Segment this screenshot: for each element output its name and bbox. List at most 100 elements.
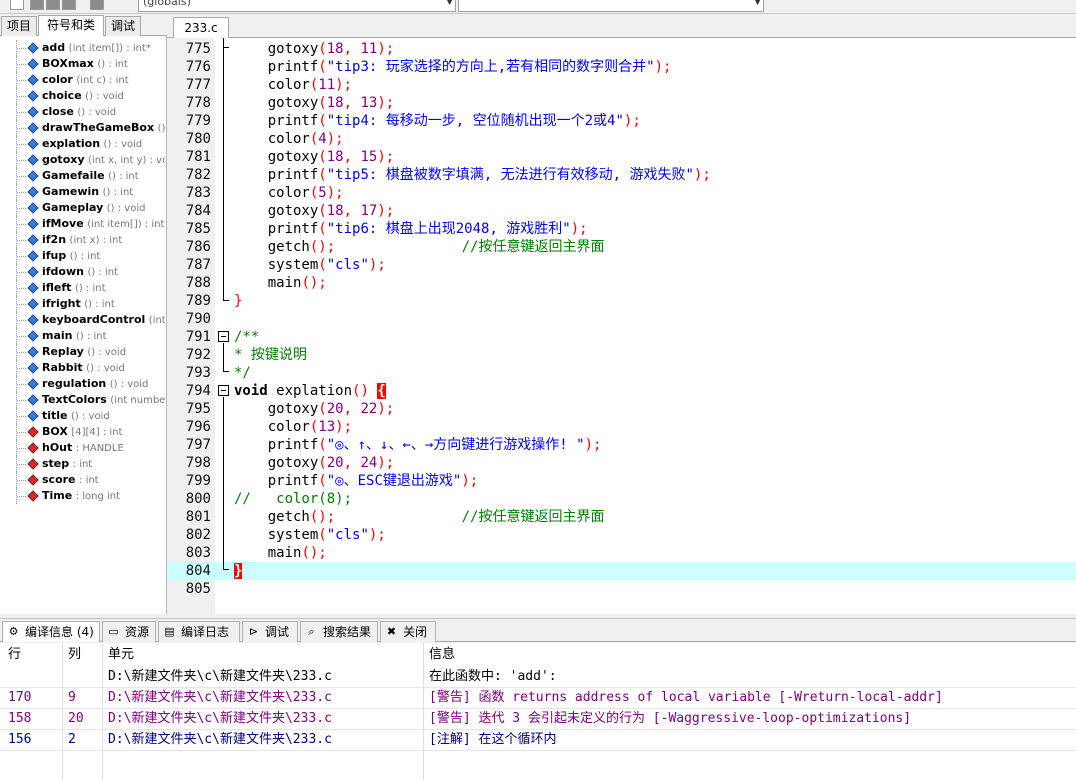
message-row[interactable]: D:\新建文件夹\c\新建文件夹\233.c 在此函数中: 'add':	[0, 667, 1076, 688]
line-number: 788	[185, 275, 211, 291]
output-tab[interactable]: ⚙ 编译信息 (4)	[2, 621, 100, 642]
output-tab[interactable]: ⌕ 搜索结果	[300, 621, 378, 642]
code-line[interactable]: 805	[167, 580, 1076, 598]
symbol-item[interactable]: TextColors (int number)	[0, 392, 165, 408]
code-line[interactable]: 799 printf("◎、ESC键退出游戏");	[167, 472, 1076, 490]
toolbar-button[interactable]	[46, 0, 60, 10]
symbol-item[interactable]: BOX [4][4] : int	[0, 424, 165, 440]
toolbar-button[interactable]	[90, 0, 104, 10]
code-line[interactable]: 802 system("cls");	[167, 526, 1076, 544]
code-token: );	[335, 419, 353, 435]
code-line[interactable]: 804}	[167, 562, 1076, 580]
symbol-signature: () :	[157, 123, 165, 134]
message-row[interactable]: 158 20 D:\新建文件夹\c\新建文件夹\233.c [警告] 迭代 3 会引起…	[0, 709, 1076, 730]
output-tab[interactable]: ⊳ 调试	[242, 621, 298, 642]
code-line[interactable]: 803 main();	[167, 544, 1076, 562]
code-line[interactable]: 797 printf("◎、↑、↓、←、→方向键进行游戏操作! ");	[167, 436, 1076, 454]
code-line[interactable]: 794 void explation() {	[167, 382, 1076, 400]
header-info[interactable]: 信息	[429, 643, 455, 667]
header-unit[interactable]: 单元	[108, 643, 134, 667]
code-line[interactable]: 787 system("cls");	[167, 256, 1076, 274]
tab-project[interactable]: 项目	[1, 16, 37, 36]
symbol-item[interactable]: color (int c) : int	[0, 72, 165, 88]
toolbar-button[interactable]	[10, 0, 24, 10]
symbol-item[interactable]: Rabbit () : void	[0, 360, 165, 376]
symbol-item[interactable]: Gamefaile () : int	[0, 168, 165, 184]
symbol-item[interactable]: Gamewin () : int	[0, 184, 165, 200]
code-line[interactable]: 786 getch(); //按任意键返回主界面	[167, 238, 1076, 256]
symbol-item[interactable]: ifdown () : int	[0, 264, 165, 280]
symbol-item[interactable]: ifright () : int	[0, 296, 165, 312]
symbol-signature: () : int	[74, 283, 106, 294]
symbol-item[interactable]: ifMove (int item[]) : int	[0, 216, 165, 232]
symbol-item[interactable]: BOXmax () : int	[0, 56, 165, 72]
symbol-item[interactable]: drawTheGameBox () :	[0, 120, 165, 136]
code-line[interactable]: 788 main();	[167, 274, 1076, 292]
symbol-item[interactable]: choice () : void	[0, 88, 165, 104]
fold-toggle-icon[interactable]	[218, 331, 229, 342]
code-line[interactable]: 796 color(13);	[167, 418, 1076, 436]
code-line[interactable]: 798 gotoxy(20, 24);	[167, 454, 1076, 472]
symbol-item[interactable]: Time : long int	[0, 488, 165, 504]
toolbar-button[interactable]	[62, 0, 76, 10]
code-line[interactable]: 800 // color(8);	[167, 490, 1076, 508]
header-line[interactable]: 行	[8, 643, 21, 667]
fold-toggle-icon[interactable]	[218, 385, 229, 396]
header-col[interactable]: 列	[68, 643, 81, 667]
symbol-item[interactable]: score : int	[0, 472, 165, 488]
code-line[interactable]: 781 gotoxy(18, 15);	[167, 148, 1076, 166]
tab-file-233c[interactable]: 233.c	[173, 17, 229, 39]
code-line[interactable]: 790	[167, 310, 1076, 328]
symbol-item[interactable]: gotoxy (int x, int y) : voi	[0, 152, 165, 168]
symbol-item[interactable]: explation () : void	[0, 136, 165, 152]
message-row[interactable]: 156 2 D:\新建文件夹\c\新建文件夹\233.c [注解] 在这个循环内	[0, 730, 1076, 751]
code-line[interactable]: 780 color(4);	[167, 130, 1076, 148]
toolbar-button[interactable]	[30, 0, 44, 10]
code-line[interactable]: 795 gotoxy(20, 22);	[167, 400, 1076, 418]
symbol-item[interactable]: main () : int	[0, 328, 165, 344]
symbol-item[interactable]: keyboardControl (int ke	[0, 312, 165, 328]
chevron-down-icon: ▼	[754, 0, 761, 7]
symbol-item[interactable]: regulation () : void	[0, 376, 165, 392]
symbol-item[interactable]: hOut : HANDLE	[0, 440, 165, 456]
code-line[interactable]: 777 color(11);	[167, 76, 1076, 94]
symbol-item[interactable]: Gameplay () : void	[0, 200, 165, 216]
output-tab[interactable]: ▤ 编译日志	[158, 621, 240, 642]
output-tab[interactable]: ▭ 资源	[102, 621, 156, 642]
symbol-item[interactable]: step : int	[0, 456, 165, 472]
symbol-item[interactable]: if2n (int x) : int	[0, 232, 165, 248]
code-line[interactable]: 791 /**	[167, 328, 1076, 346]
code-token: 13	[318, 419, 336, 435]
code-line[interactable]: 792 * 按键说明	[167, 346, 1076, 364]
function-combo[interactable]: ▼	[458, 0, 764, 12]
symbol-item[interactable]: ifleft () : int	[0, 280, 165, 296]
globals-combo[interactable]: (globals) ▼	[138, 0, 456, 12]
code-line[interactable]: 785 printf("tip6: 棋盘上出现2048, 游戏胜利");	[167, 220, 1076, 238]
code-line[interactable]: 776 printf("tip3: 玩家选择的方向上,若有相同的数字则合并");	[167, 58, 1076, 76]
symbol-item[interactable]: title () : void	[0, 408, 165, 424]
symbol-name: Rabbit	[42, 361, 83, 374]
code-line[interactable]: 801 getch(); //按任意键返回主界面	[167, 508, 1076, 526]
code-line[interactable]: 782 printf("tip5: 棋盘被数字填满, 无法进行有效移动, 游戏失…	[167, 166, 1076, 184]
code-token: );	[368, 527, 386, 543]
symbol-name: close	[42, 105, 74, 118]
message-row[interactable]: 170 9 D:\新建文件夹\c\新建文件夹\233.c [警告] 函数 return…	[0, 688, 1076, 709]
symbol-item[interactable]: ifup () : int	[0, 248, 165, 264]
code-line[interactable]: 789}	[167, 292, 1076, 310]
symbol-item[interactable]: add (int item[]) : int*	[0, 40, 165, 56]
code-editor[interactable]: 775 gotoxy(18, 11); 776 printf("tip3: 玩家选…	[167, 38, 1076, 614]
line-number: 785	[185, 221, 211, 237]
symbol-item[interactable]: Replay () : void	[0, 344, 165, 360]
tab-symbols[interactable]: 符号和类	[38, 15, 104, 36]
code-token: );	[377, 455, 395, 471]
tab-debug[interactable]: 调试	[105, 16, 141, 36]
symbol-item[interactable]: close () : void	[0, 104, 165, 120]
code-line[interactable]: 778 gotoxy(18, 13);	[167, 94, 1076, 112]
code-line[interactable]: 783 color(5);	[167, 184, 1076, 202]
code-line[interactable]: 793 */	[167, 364, 1076, 382]
output-tab[interactable]: ✖ 关闭	[380, 621, 436, 642]
code-token: );	[377, 41, 395, 57]
code-line[interactable]: 779 printf("tip4: 每移动一步, 空位随机出现一个2或4");	[167, 112, 1076, 130]
code-line[interactable]: 775 gotoxy(18, 11);	[167, 40, 1076, 58]
code-line[interactable]: 784 gotoxy(18, 17);	[167, 202, 1076, 220]
